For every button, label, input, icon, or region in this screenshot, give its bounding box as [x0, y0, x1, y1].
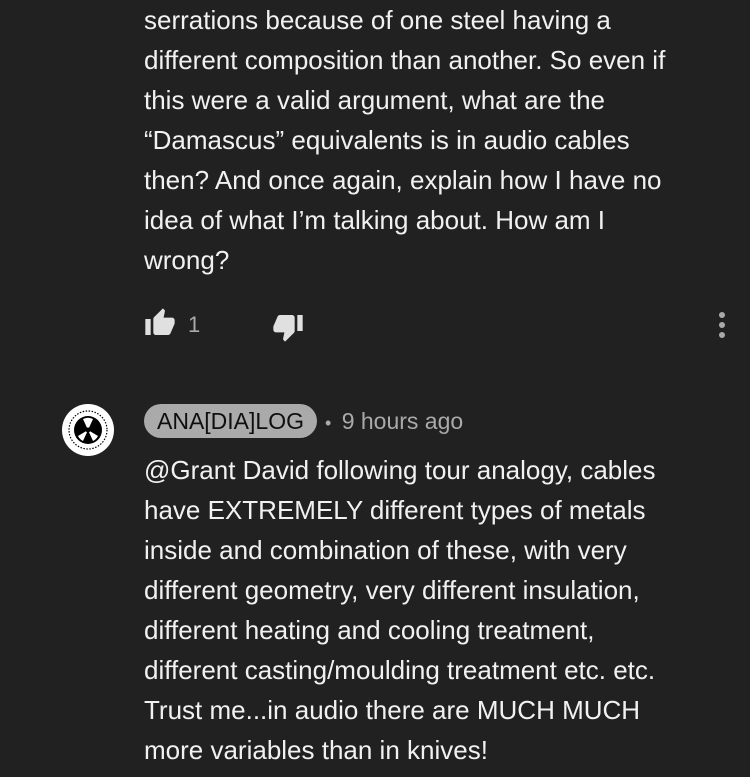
reply-line: different heating and cooling treatment, — [144, 615, 595, 645]
reply-line: @Grant David following tour analogy, cab… — [144, 455, 656, 485]
like-count: 1 — [188, 312, 201, 337]
timestamp[interactable]: 9 hours ago — [342, 408, 463, 434]
comment-line: idea of what I’m talking about. How am I — [144, 205, 606, 235]
dislike-button[interactable] — [272, 310, 306, 346]
more-vertical-icon — [719, 312, 725, 338]
comment-meta: • 9 hours ago — [325, 404, 463, 438]
thumb-down-icon — [273, 315, 303, 342]
more-options-button[interactable] — [710, 306, 734, 346]
comment-line: then? And once again, explain how I have… — [144, 165, 662, 195]
comment-text: serrations because of one steel having a… — [144, 0, 734, 280]
comment-line: different composition than another. So e… — [144, 45, 666, 75]
reply-line: inside and combination of these, with ve… — [144, 535, 627, 565]
comment-line: serrations because of one steel having a — [144, 5, 611, 35]
reply-text: @Grant David following tour analogy, cab… — [144, 450, 734, 770]
reply-line: different geometry, very different insul… — [144, 575, 640, 605]
analog-logo-avatar — [63, 405, 113, 455]
reply-line: different casting/moulding treatment etc… — [144, 655, 656, 685]
comment-action-bar: 1 — [144, 306, 734, 346]
thumb-up-icon — [145, 308, 175, 335]
comment-line: this were a valid argument, what are the — [144, 85, 606, 115]
avatar[interactable] — [62, 404, 114, 456]
comment-line: wrong? — [144, 245, 230, 275]
reply-line: more variables than in knives! — [144, 735, 488, 765]
comment-line: “Damascus” equivalents is in audio cable… — [144, 125, 630, 155]
reply-line: have EXTREMELY different types of metals — [144, 495, 646, 525]
author-name-badge[interactable]: ANA[DIA]LOG — [144, 404, 317, 438]
reply-line: Trust me...in audio there are MUCH MUCH — [144, 695, 641, 725]
like-button[interactable] — [144, 306, 178, 342]
meta-separator: • — [325, 413, 332, 433]
